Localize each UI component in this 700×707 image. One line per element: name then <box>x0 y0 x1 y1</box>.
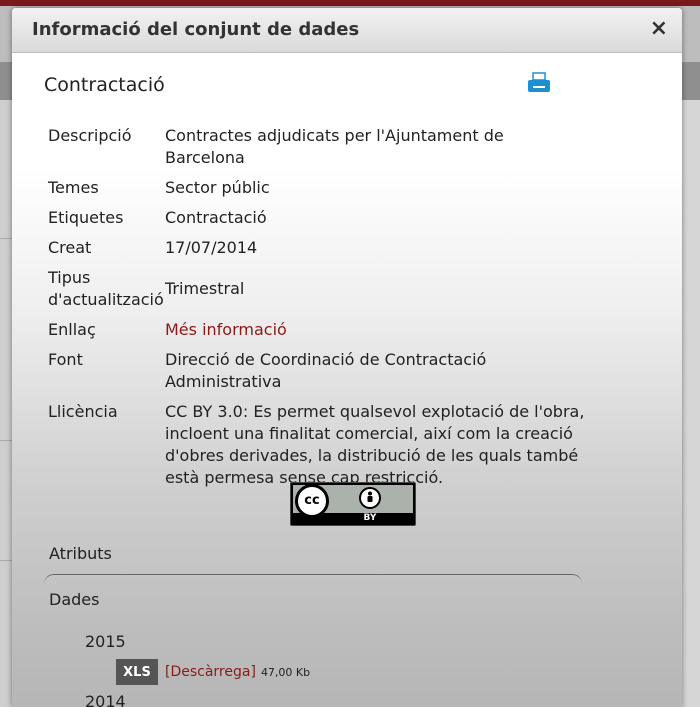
file-size: 47,00 Kb <box>260 665 311 679</box>
background-divider <box>0 440 12 441</box>
close-button[interactable]: × <box>650 17 668 41</box>
attributes-divider <box>44 574 582 585</box>
field-row-creat: Creat 17/07/2014 <box>48 237 648 259</box>
field-label: Enllaç <box>48 320 96 339</box>
field-label: Descripció <box>48 126 132 145</box>
field-label: Etiquetes <box>48 208 124 227</box>
more-info-link[interactable]: Més informació <box>165 320 287 339</box>
xls-format-badge[interactable]: XLS <box>116 659 158 685</box>
background-right-strip <box>682 100 700 707</box>
dataset-info-table: Descripció Contractes adjudicats per l'A… <box>48 125 648 489</box>
modal-title: Informació del conjunt de dades <box>32 19 360 40</box>
download-link[interactable]: [Descàrrega] <box>165 664 256 680</box>
field-value: 17/07/2014 <box>165 238 258 257</box>
field-row-font: Font Direcció de Coordinació de Contract… <box>48 349 648 393</box>
field-row-llicencia: Llicència CC BY 3.0: Es permet qualsevol… <box>48 401 648 489</box>
field-value: Direcció de Coordinació de Contractació … <box>165 350 487 391</box>
background-topbar <box>0 0 700 6</box>
field-value: CC BY 3.0: Es permet qualsevol explotaci… <box>165 402 585 487</box>
attributes-heading: Atributs <box>49 544 112 563</box>
field-label: Font <box>48 350 83 369</box>
field-value: Contractació <box>165 208 267 227</box>
year-heading: 2015 <box>85 632 126 651</box>
cc-by-license-badge[interactable]: cc BY <box>290 482 416 526</box>
field-label: Temes <box>48 178 99 197</box>
background-divider <box>0 560 12 561</box>
field-label: Tipus d'actualització <box>48 268 164 309</box>
background-divider <box>0 238 12 239</box>
field-row-descripcio: Descripció Contractes adjudicats per l'A… <box>48 125 648 169</box>
print-icon[interactable] <box>527 72 551 94</box>
cc-icon: cc <box>295 484 329 518</box>
modal-header: Informació del conjunt de dades × <box>12 8 682 53</box>
field-value: Trimestral <box>165 279 245 298</box>
dataset-title: Contractació <box>44 74 165 96</box>
field-value: Contractes adjudicats per l'Ajuntament d… <box>165 126 504 167</box>
field-row-enllac: Enllaç Més informació <box>48 319 648 341</box>
field-row-temes: Temes Sector públic <box>48 177 648 199</box>
attribution-person-icon <box>359 487 381 509</box>
dataset-info-modal: Informació del conjunt de dades × Contra… <box>12 8 682 707</box>
field-value: Sector públic <box>165 178 270 197</box>
year-heading: 2014 <box>85 692 126 707</box>
file-row: XLS [Descàrrega] 47,00 Kb <box>116 659 310 685</box>
dades-heading: Dades <box>49 590 100 609</box>
field-row-tipus: Tipus d'actualització Trimestral <box>48 267 648 311</box>
background-left-strip <box>0 100 12 707</box>
by-label: BY <box>363 513 377 523</box>
field-row-etiquetes: Etiquetes Contractació <box>48 207 648 229</box>
field-label: Creat <box>48 238 92 257</box>
field-label: Llicència <box>48 402 118 421</box>
